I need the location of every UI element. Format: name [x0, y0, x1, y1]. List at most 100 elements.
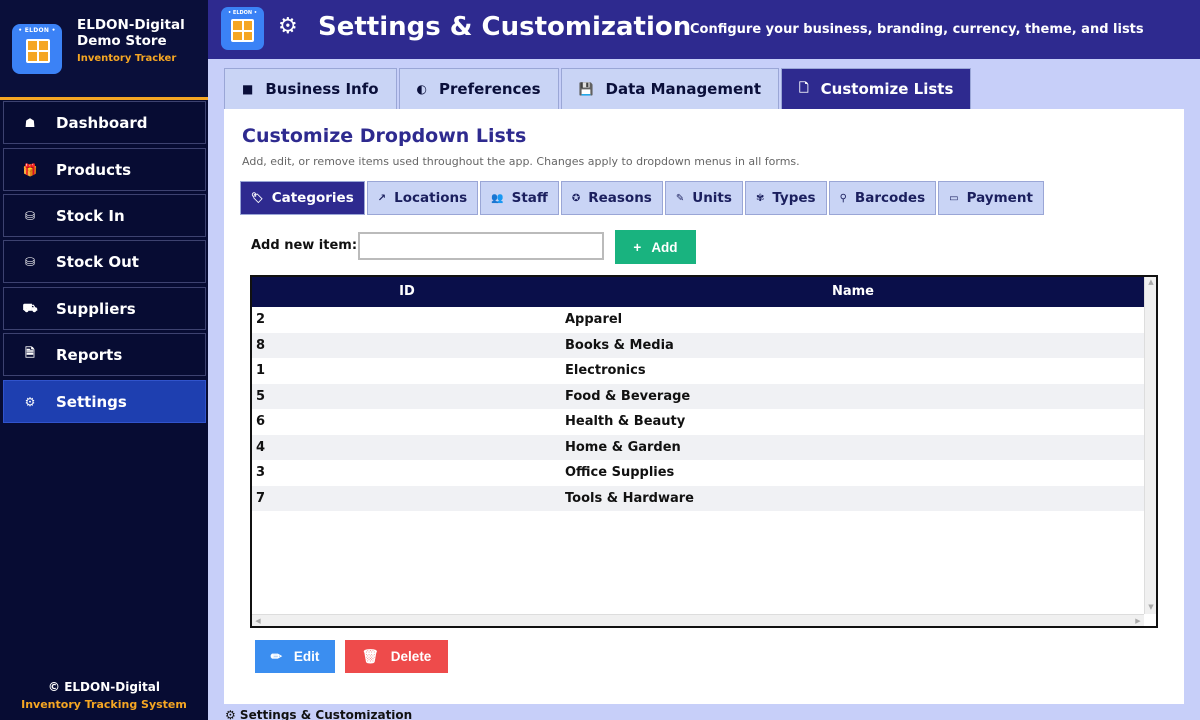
gift-icon: 🎁 [22, 162, 38, 177]
pencil-icon: ✏ [270, 648, 282, 664]
header-logo: • ELDON • [221, 7, 264, 50]
header-logo-badge: • ELDON • [227, 10, 258, 16]
scroll-up-icon[interactable]: ▲ [1146, 278, 1156, 288]
row-id: 5 [256, 388, 266, 404]
sidebar-item-settings[interactable]: ⚙ Settings [3, 380, 206, 423]
sidebar-item-products[interactable]: 🎁 Products [3, 148, 206, 191]
sidebar-item-label: Stock Out [56, 252, 139, 271]
table-row[interactable]: 4 Home & Garden [252, 434, 1144, 460]
table-row[interactable]: 7 Tools & Hardware [252, 485, 1144, 511]
brand-subtitle: Inventory Tracker [77, 53, 177, 64]
table-row[interactable]: 8 Books & Media [252, 332, 1144, 358]
table-row[interactable]: 6 Health & Beauty [252, 409, 1144, 435]
subtab-label: Payment [966, 190, 1033, 206]
row-id: 2 [256, 312, 266, 327]
scroll-right-icon[interactable]: ▶ [1133, 615, 1143, 626]
sidebar-item-stock-in[interactable]: ⛁ Stock In [3, 194, 206, 237]
clipboard-icon: 🗋 [799, 80, 809, 95]
subtab-label: Locations [394, 190, 468, 206]
subtab-payment[interactable]: ▭ Payment [938, 181, 1044, 215]
add-button-label: Add [651, 239, 678, 255]
barcode-icon: ⚲ [839, 192, 847, 204]
column-header-name[interactable]: Name [562, 277, 1144, 307]
row-name: Books & Media [565, 337, 674, 353]
puzzle-icon: ✾ [755, 192, 765, 204]
table-header: ID Name [252, 277, 1144, 307]
table-row[interactable]: 2 Apparel [252, 307, 1144, 333]
stock-in-icon: ⛁ [24, 208, 36, 223]
row-id: 1 [256, 363, 266, 378]
items-table[interactable]: ID Name 2 Apparel 8 Books & Media 1 Elec… [250, 275, 1158, 628]
sidebar-item-label: Settings [56, 392, 127, 411]
status-bar: ⚙ Settings & Customization [208, 710, 1200, 720]
panel-title: Customize Dropdown Lists [242, 125, 527, 147]
add-button[interactable]: + Add [615, 230, 696, 264]
plus-icon: + [633, 239, 642, 255]
add-item-label: Add new item: [251, 238, 358, 253]
row-id: 4 [256, 439, 266, 455]
subtab-types[interactable]: ✾ Types [744, 181, 827, 215]
subtab-label: Reasons [588, 190, 652, 206]
subtab-staff[interactable]: 👥 Staff [480, 181, 559, 215]
tab-label: Data Management [605, 80, 762, 98]
scroll-left-icon[interactable]: ◀ [253, 615, 263, 626]
row-id: 6 [256, 414, 266, 429]
document-icon: 🗎 [25, 346, 35, 360]
tab-label: Customize Lists [820, 80, 954, 98]
ruler-icon: ✎ [675, 192, 685, 204]
table-row[interactable]: 1 Electronics [252, 358, 1144, 384]
tab-preferences[interactable]: ◐ Preferences [398, 68, 559, 109]
vertical-scrollbar[interactable]: ▲ ▼ [1144, 277, 1156, 614]
sidebar-item-label: Products [56, 160, 132, 179]
tab-customize-lists[interactable]: 🗋 Customize Lists [781, 68, 972, 109]
scroll-down-icon[interactable]: ▼ [1146, 603, 1156, 613]
row-name: Home & Garden [565, 439, 681, 455]
row-id: 7 [256, 490, 266, 506]
status-text: ⚙ Settings & Customization [225, 710, 413, 720]
edit-button[interactable]: ✏ Edit [255, 640, 335, 673]
sidebar-item-dashboard[interactable]: ☗ Dashboard [3, 101, 206, 144]
customize-lists-panel: Customize Dropdown Lists Add, edit, or r… [224, 109, 1184, 704]
subtab-locations[interactable]: ↗ Locations [366, 181, 479, 215]
subtab-barcodes[interactable]: ⚲ Barcodes [828, 181, 937, 215]
page-header: • ELDON • ⚙ Settings & Customization Con… [208, 0, 1200, 59]
sidebar-item-suppliers[interactable]: ⛟ Suppliers [3, 287, 206, 330]
brand-block: • ELDON • ELDON-Digital Demo Store Inven… [0, 0, 208, 97]
subtab-units[interactable]: ✎ Units [664, 181, 743, 215]
table-row[interactable]: 5 Food & Beverage [252, 383, 1144, 409]
stock-out-icon: ⛁ [24, 254, 36, 269]
cycle-icon: ✪ [571, 192, 581, 204]
sidebar-item-stock-out[interactable]: ⛁ Stock Out [3, 240, 206, 283]
brand-name: ELDON-Digital Demo Store [77, 17, 185, 49]
sidebar-item-reports[interactable]: 🗎 Reports [3, 333, 206, 376]
tab-business-info[interactable]: ■ Business Info [224, 68, 397, 109]
credit-card-icon: ▭ [949, 192, 959, 204]
delete-button-label: Delete [390, 649, 432, 664]
page-subtitle: Configure your business, branding, curre… [690, 22, 1144, 37]
delete-button[interactable]: 🗑 Delete [345, 640, 448, 673]
subtab-categories[interactable]: 🏷 Categories [240, 181, 365, 215]
pin-icon: ↗ [377, 192, 387, 204]
square-icon: ■ [242, 82, 254, 96]
horizontal-scrollbar[interactable]: ◀ ▶ [252, 614, 1144, 626]
row-id: 3 [256, 465, 266, 480]
tab-label: Preferences [439, 80, 541, 98]
tab-label: Business Info [265, 80, 379, 98]
page-title: Settings & Customization [318, 12, 692, 42]
add-item-input[interactable] [358, 232, 604, 260]
subtab-reasons[interactable]: ✪ Reasons [560, 181, 663, 215]
gear-icon: ⚙ [278, 14, 298, 39]
footer-system-name: Inventory Tracking System [21, 698, 187, 711]
subtab-label: Barcodes [854, 190, 926, 206]
table-row[interactable]: 3 Office Supplies [252, 460, 1144, 486]
floppy-disk-icon: 💾 [578, 82, 594, 96]
row-name: Apparel [565, 312, 623, 327]
subtab-label: Units [692, 190, 732, 206]
settings-tabs: ■ Business Info ◐ Preferences 💾 Data Man… [224, 68, 973, 110]
sidebar-item-label: Dashboard [56, 113, 148, 132]
row-name: Food & Beverage [565, 388, 691, 404]
tab-data-management[interactable]: 💾 Data Management [560, 68, 780, 109]
column-header-id[interactable]: ID [252, 277, 562, 307]
brand-divider [0, 97, 208, 100]
row-id: 8 [256, 337, 266, 353]
